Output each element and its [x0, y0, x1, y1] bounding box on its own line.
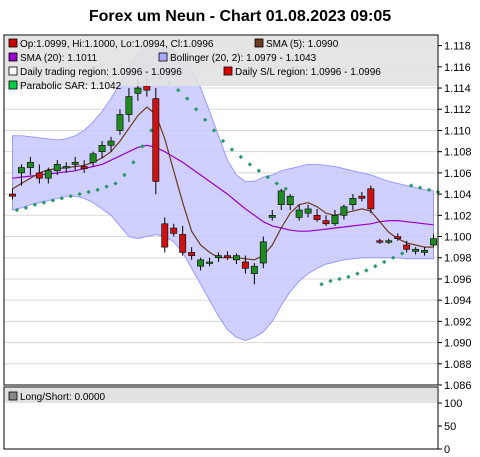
indicator-tick-label: 100 — [444, 398, 462, 410]
legend-label: Op:1.0999, Hi:1.1000, Lo:1.0994, Cl:1.09… — [20, 39, 214, 50]
candle-body — [170, 227, 178, 234]
legend-label: Daily S/L region: 1.0996 - 1.0996 — [235, 67, 381, 78]
y-tick-label: 1.116 — [444, 62, 471, 74]
y-tick-label: 1.108 — [444, 147, 472, 159]
legend-label: SMA (20): 1.1011 — [20, 53, 98, 64]
candle-body — [134, 87, 142, 94]
main-y-axis: 1.086 1.088 1.090 1.092 1.094 1.096 1.098 1.100… — [438, 41, 472, 392]
candle — [367, 185, 375, 214]
y-tick-label: 1.114 — [444, 83, 471, 95]
candle-body — [215, 255, 222, 259]
candle-body — [358, 195, 366, 199]
y-tick-label: 1.112 — [444, 104, 471, 116]
candle-body — [331, 215, 339, 225]
candle-body — [394, 236, 402, 239]
y-tick-label: 1.098 — [444, 253, 472, 265]
candle-body — [385, 240, 393, 243]
candle-body — [421, 250, 428, 253]
candle-body — [277, 190, 285, 205]
candle-body — [152, 98, 160, 182]
legend-swatch — [8, 38, 18, 48]
chart-title: Forex um Neun - Chart 01.08.2023 09:05 — [89, 8, 391, 25]
candle-body — [125, 96, 133, 115]
legend-label: Parabolic SAR: 1.1042 — [20, 81, 122, 92]
candle-body — [313, 215, 321, 220]
candle-body — [304, 208, 312, 214]
legend-label: Daily trading region: 1.0996 - 1.0996 — [20, 67, 182, 78]
candle-body — [268, 215, 276, 218]
candle-body — [143, 85, 151, 91]
legend-swatch — [158, 52, 168, 62]
candle-body — [250, 265, 258, 274]
candle-body — [35, 172, 43, 179]
candle-body — [295, 209, 303, 218]
candle-body — [340, 206, 348, 216]
candle-body — [98, 145, 106, 152]
candle-body — [44, 170, 52, 179]
candle-body — [116, 114, 124, 131]
candle-body — [241, 261, 249, 269]
candle-body — [53, 164, 61, 172]
candle-body — [224, 255, 231, 259]
indicator-legend: Long/Short: 0.0000 — [8, 391, 106, 403]
indicator-tick-label: 50 — [444, 421, 456, 433]
candle-body — [403, 244, 411, 250]
candle-body — [18, 167, 25, 174]
legend-label: SMA (5): 1.0990 — [266, 39, 339, 50]
y-tick-label: 1.094 — [444, 295, 472, 307]
y-tick-label: 1.110 — [444, 125, 471, 137]
legend-label: Bollinger (20, 2): 1.0979 - 1.1043 — [170, 53, 317, 64]
candle-body — [259, 241, 267, 264]
legend-swatch — [223, 66, 233, 76]
indicator-legend-label: Long/Short: 0.0000 — [20, 392, 106, 403]
legend-swatch — [8, 80, 18, 90]
y-tick-label: 1.104 — [444, 189, 472, 201]
candle-body — [80, 166, 88, 169]
indicator-tick-label: 0 — [444, 444, 450, 456]
indicator-legend-swatch — [8, 391, 18, 401]
y-tick-label: 1.102 — [444, 210, 472, 222]
candle-body — [286, 195, 294, 205]
forex-chart: Forex um Neun - Chart 01.08.2023 09:05 1… — [3, 8, 472, 456]
legend-swatch — [8, 66, 18, 76]
candle-body — [62, 166, 70, 169]
candle-body — [71, 161, 79, 165]
candle-body — [367, 188, 375, 210]
y-tick-label: 1.100 — [444, 232, 472, 244]
y-tick-label: 1.088 — [444, 359, 472, 371]
candle-body — [430, 238, 437, 246]
candle-body — [349, 198, 357, 205]
candle-body — [322, 220, 330, 225]
y-tick-label: 1.096 — [444, 274, 472, 286]
candle-body — [197, 259, 205, 267]
candle-body — [26, 161, 34, 168]
candle-body — [179, 234, 187, 253]
y-tick-label: 1.106 — [444, 168, 472, 180]
y-tick-label: 1.086 — [444, 380, 472, 392]
y-tick-label: 1.118 — [444, 41, 471, 53]
indicator-y-axis: 0 50 100 — [438, 398, 462, 456]
candle-body — [412, 248, 420, 252]
legend-swatch — [8, 52, 18, 62]
candle-body — [188, 252, 196, 256]
candle-body — [206, 261, 213, 264]
candle-body — [89, 153, 97, 163]
candle-body — [376, 240, 384, 243]
candle-body — [107, 140, 115, 146]
candle-body — [161, 223, 169, 248]
legend-swatch — [254, 38, 264, 48]
y-tick-label: 1.092 — [444, 316, 472, 328]
y-tick-label: 1.090 — [444, 338, 472, 350]
candle-body — [233, 255, 240, 261]
candle — [152, 88, 160, 195]
candle-body — [9, 193, 16, 197]
